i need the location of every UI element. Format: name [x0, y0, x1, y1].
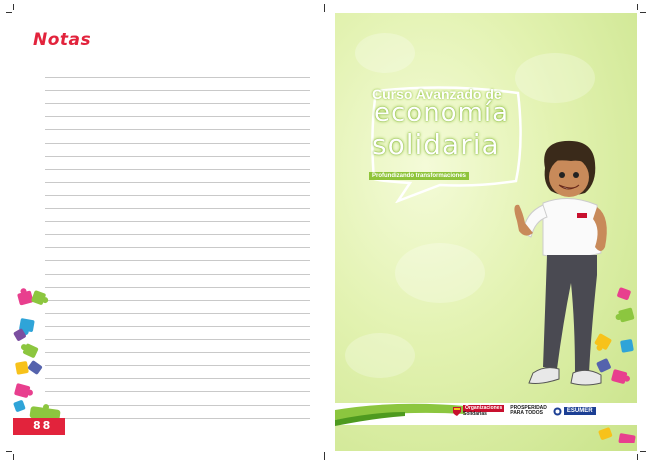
crop-mark [324, 452, 325, 460]
note-line [45, 352, 310, 354]
logo-organizaciones-solidarias: Organizaciones Solidarias [453, 405, 505, 417]
logo-esumer: ESUMER [553, 407, 596, 416]
page-number: 88 [33, 419, 53, 432]
note-line [45, 116, 310, 118]
note-line [45, 404, 310, 406]
note-line [45, 221, 310, 223]
org2-line2: PARA TODOS [510, 410, 543, 416]
note-line [45, 247, 310, 249]
note-line [45, 208, 310, 209]
crop-mark [637, 454, 638, 460]
crop-mark [640, 451, 646, 452]
note-line [45, 90, 310, 92]
note-line [45, 155, 310, 157]
course-logo-tagline: Profundizando transformaciones [369, 172, 470, 180]
course-logo-line2: economía [374, 98, 510, 128]
note-line [45, 286, 310, 288]
note-line [45, 129, 310, 131]
note-line [45, 103, 310, 105]
note-line [45, 378, 310, 380]
crop-mark [637, 4, 638, 10]
note-line [45, 168, 310, 170]
note-line [45, 260, 310, 262]
crop-mark [13, 4, 14, 10]
esumer-logo [553, 407, 562, 415]
note-line [45, 417, 310, 419]
note-line [45, 312, 310, 314]
note-line [45, 77, 310, 78]
puzzle-pieces-decoration [13, 288, 61, 422]
note-line [45, 273, 310, 275]
page-title: Notas [33, 30, 92, 50]
note-line [45, 181, 310, 183]
footer-green-swoosh [335, 403, 465, 426]
cover-page: Organizaciones Solidarias PROSPERIDAD PA… [335, 13, 637, 451]
logo-prosperidad: PROSPERIDAD PARA TODOS [510, 406, 547, 416]
note-line [45, 299, 310, 301]
crop-mark [6, 12, 12, 13]
note-line [45, 194, 310, 196]
note-line [45, 325, 310, 327]
crop-mark [324, 4, 325, 12]
note-line [45, 234, 310, 236]
notes-page [13, 13, 316, 451]
crop-mark [6, 451, 12, 452]
note-line [45, 339, 310, 340]
org1-line2: Solidarias [463, 411, 487, 417]
note-line [45, 365, 310, 367]
note-line [45, 142, 310, 144]
partner-logos: Organizaciones Solidarias PROSPERIDAD PA… [453, 405, 596, 417]
colombia-shield-icon [453, 406, 461, 416]
org3-label: ESUMER [563, 407, 596, 415]
crop-mark [640, 12, 646, 13]
note-line [45, 391, 310, 393]
course-logo-line3: solidaria [372, 128, 500, 161]
crop-mark [13, 454, 14, 460]
